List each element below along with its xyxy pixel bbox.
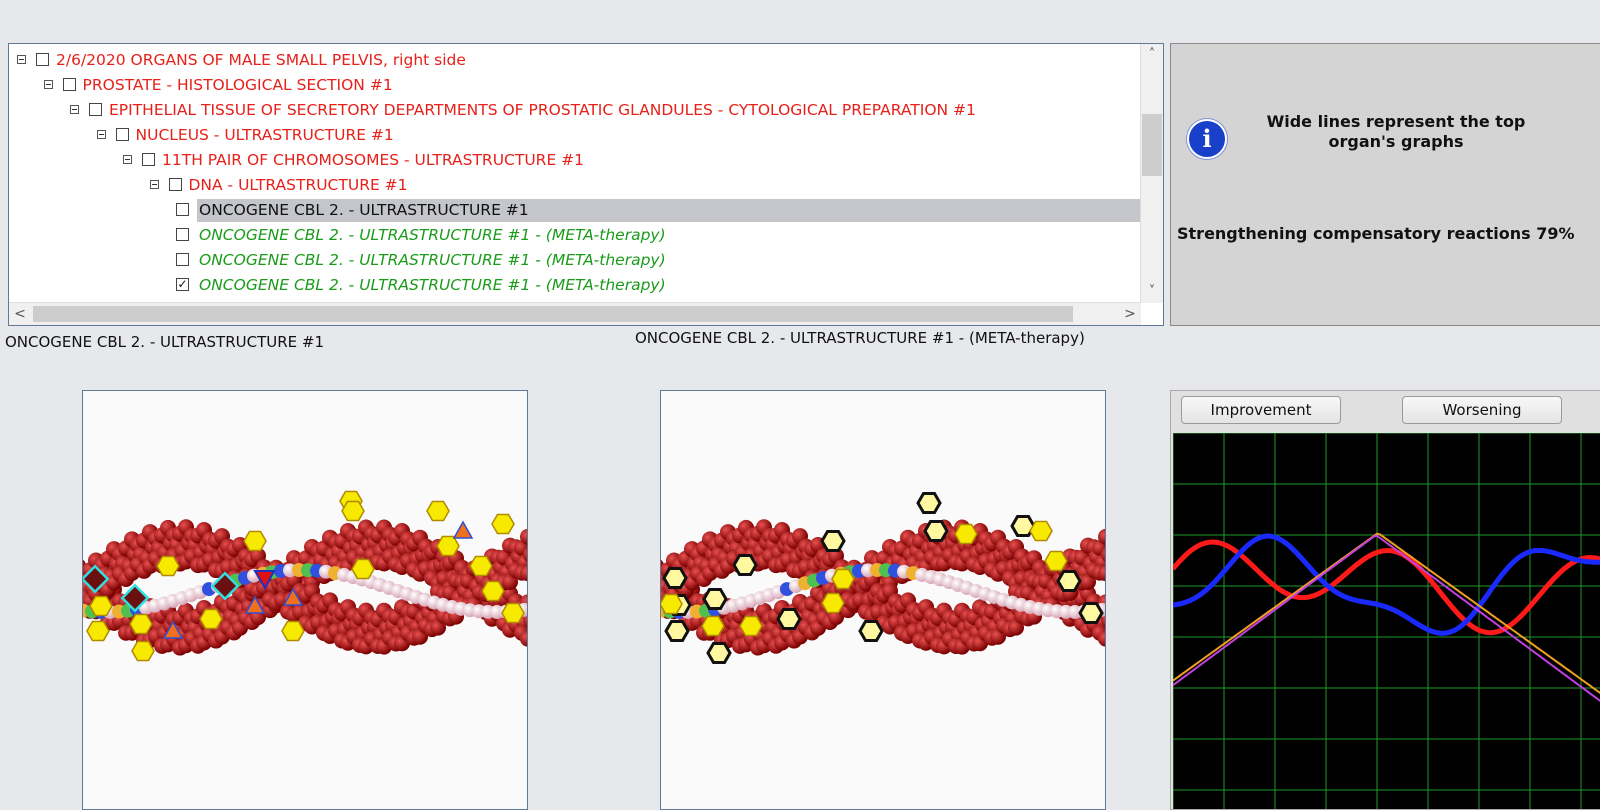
dna-helix-illustration bbox=[83, 391, 527, 809]
graph-panel: Improvement Worsening bbox=[1170, 390, 1600, 810]
improvement-button[interactable]: Improvement bbox=[1181, 396, 1341, 424]
tree-item-label[interactable]: NUCLEUS - ULTRASTRUCTURE #1 bbox=[134, 124, 1142, 147]
dna-image-after bbox=[660, 390, 1106, 810]
tree-item-label[interactable]: ONCOGENE CBL 2. - ULTRASTRUCTURE #1 bbox=[197, 199, 1141, 222]
tree-item-label[interactable]: ONCOGENE CBL 2. - ULTRASTRUCTURE #1 - (M… bbox=[197, 274, 1141, 297]
tree-panel[interactable]: 2/6/2020 ORGANS OF MALE SMALL PELVIS, ri… bbox=[8, 43, 1164, 326]
tree-item-checkbox[interactable] bbox=[176, 253, 189, 266]
tree-item-label[interactable]: 2/6/2020 ORGANS OF MALE SMALL PELVIS, ri… bbox=[54, 49, 1141, 72]
vertical-scroll-thumb[interactable] bbox=[1142, 114, 1162, 176]
tree-item-checkbox[interactable] bbox=[36, 53, 49, 66]
tree-item-checkbox[interactable] bbox=[168, 178, 182, 191]
tree-item-label[interactable]: EPITHELIAL TISSUE OF SECRETORY DEPARTMEN… bbox=[107, 99, 1141, 122]
scroll-left-arrow-icon[interactable]: < bbox=[9, 303, 31, 325]
info-icon: i bbox=[1187, 119, 1227, 159]
tree-item-checkbox[interactable] bbox=[176, 228, 189, 241]
tree-item[interactable]: PROSTATE - HISTOLOGICAL SECTION #1 bbox=[9, 73, 1141, 98]
worsening-button[interactable]: Worsening bbox=[1402, 396, 1562, 424]
tree-item-label[interactable]: PROSTATE - HISTOLOGICAL SECTION #1 bbox=[81, 74, 1142, 97]
tree-item[interactable]: DNA - ULTRASTRUCTURE #1 bbox=[9, 173, 1141, 198]
graph-area bbox=[1173, 433, 1600, 809]
left-image-caption: ONCOGENE CBL 2. - ULTRASTRUCTURE #1 bbox=[5, 333, 325, 351]
tree-item-label[interactable]: DNA - ULTRASTRUCTURE #1 bbox=[187, 174, 1142, 197]
tree-item[interactable]: ONCOGENE CBL 2. - ULTRASTRUCTURE #1 bbox=[9, 198, 1141, 223]
collapse-icon[interactable] bbox=[43, 80, 53, 89]
right-image-caption: ONCOGENE CBL 2. - ULTRASTRUCTURE #1 - (M… bbox=[635, 329, 1085, 347]
tree-item-checkbox[interactable] bbox=[62, 78, 76, 91]
tree-item-label[interactable]: ONCOGENE CBL 2. - ULTRASTRUCTURE #1 - (M… bbox=[197, 249, 1141, 272]
tree-item-checkbox[interactable] bbox=[89, 103, 102, 116]
scroll-right-arrow-icon[interactable]: > bbox=[1119, 303, 1141, 325]
tree-item[interactable]: ONCOGENE CBL 2. - ULTRASTRUCTURE #1 - (M… bbox=[9, 248, 1141, 273]
tree-item-checkbox[interactable] bbox=[176, 203, 189, 216]
tree-item-checkbox[interactable]: ✓ bbox=[176, 278, 189, 291]
graph-plot bbox=[1173, 433, 1600, 809]
horizontal-scroll-thumb[interactable] bbox=[33, 306, 1073, 322]
tree-item[interactable]: ONCOGENE CBL 2. - ULTRASTRUCTURE #1 - (M… bbox=[9, 223, 1141, 248]
collapse-icon[interactable] bbox=[70, 105, 79, 114]
scroll-up-arrow-icon[interactable]: ˄ bbox=[1141, 44, 1163, 66]
info-panel: i Wide lines represent the top organ's g… bbox=[1170, 43, 1600, 326]
tree-item-checkbox[interactable] bbox=[115, 128, 129, 141]
dna-helix-illustration-therapy bbox=[661, 391, 1105, 809]
tree-view[interactable]: 2/6/2020 ORGANS OF MALE SMALL PELVIS, ri… bbox=[9, 44, 1141, 303]
tree-item[interactable]: ✓ ONCOGENE CBL 2. - ULTRASTRUCTURE #1 - (… bbox=[9, 273, 1141, 298]
horizontal-scrollbar[interactable]: < > bbox=[9, 302, 1141, 325]
tree-item-label[interactable]: 11TH PAIR OF CHROMOSOMES - ULTRASTRUCTUR… bbox=[160, 149, 1141, 172]
tree-item-label[interactable]: ONCOGENE CBL 2. - ULTRASTRUCTURE #1 - (M… bbox=[197, 224, 1141, 247]
collapse-icon[interactable] bbox=[17, 55, 26, 64]
tree-item[interactable]: 2/6/2020 ORGANS OF MALE SMALL PELVIS, ri… bbox=[9, 48, 1141, 73]
compensatory-status: Strengthening compensatory reactions 79% bbox=[1177, 224, 1575, 243]
collapse-icon[interactable] bbox=[96, 130, 106, 139]
collapse-icon[interactable] bbox=[123, 155, 132, 164]
tree-item[interactable]: NUCLEUS - ULTRASTRUCTURE #1 bbox=[9, 123, 1141, 148]
tree-item[interactable]: EPITHELIAL TISSUE OF SECRETORY DEPARTMEN… bbox=[9, 98, 1141, 123]
collapse-icon[interactable] bbox=[149, 180, 159, 189]
scroll-down-arrow-icon[interactable]: ˅ bbox=[1141, 281, 1163, 303]
vertical-scrollbar[interactable]: ˄ ˅ bbox=[1140, 44, 1163, 303]
tree-item-checkbox[interactable] bbox=[142, 153, 155, 166]
dna-image-before bbox=[82, 390, 528, 810]
info-message: Wide lines represent the top organ's gra… bbox=[1266, 112, 1526, 151]
tree-item[interactable]: 11TH PAIR OF CHROMOSOMES - ULTRASTRUCTUR… bbox=[9, 148, 1141, 173]
